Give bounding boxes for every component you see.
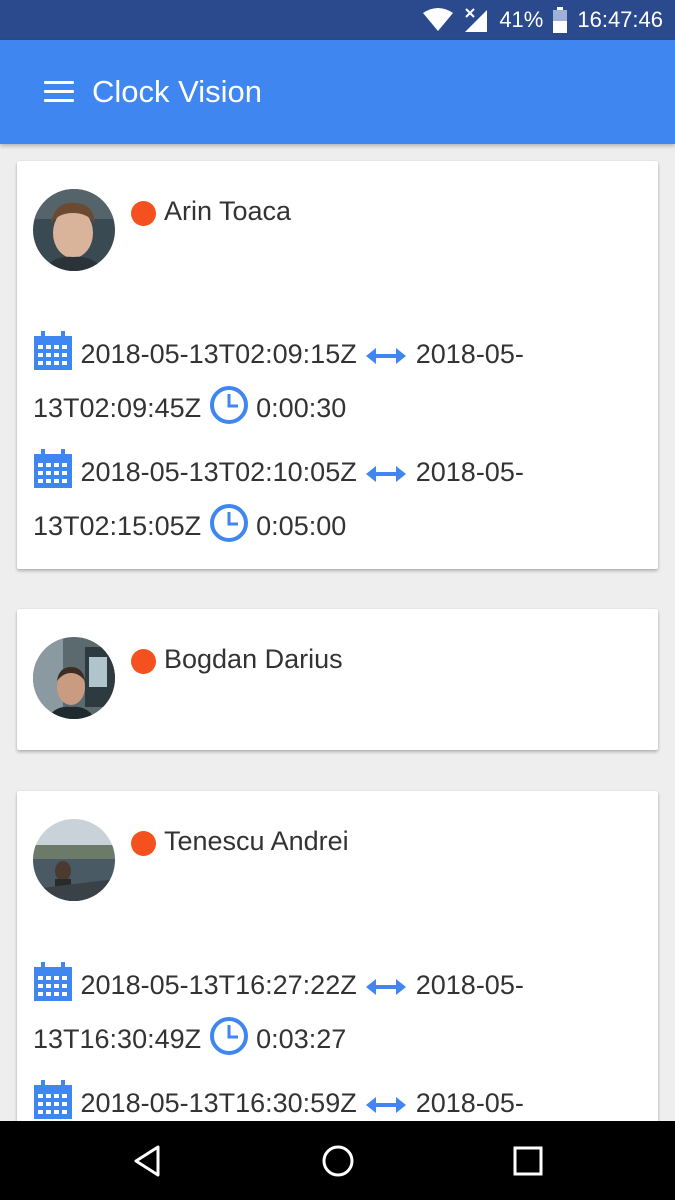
recents-icon[interactable] xyxy=(510,1143,546,1179)
avatar xyxy=(33,637,115,719)
person-name: Tenescu Andrei xyxy=(164,826,349,856)
status-dot xyxy=(131,831,156,856)
double-arrow-icon xyxy=(364,1089,408,1121)
calendar-icon xyxy=(33,1080,73,1121)
time-entry: 2018-05-13T16:27:22Z 2018-05- 13T16:30:4… xyxy=(33,962,593,1070)
calendar-icon xyxy=(33,962,73,1016)
double-arrow-icon xyxy=(364,458,408,503)
system-nav-bar xyxy=(0,1121,675,1200)
back-icon[interactable] xyxy=(130,1143,166,1179)
entry-start: 2018-05-13T16:30:59Z xyxy=(80,1088,357,1118)
battery-percent: 41% xyxy=(499,7,544,32)
clock-icon xyxy=(209,1016,249,1070)
app-title: Clock Vision xyxy=(92,74,263,109)
people-list[interactable]: Arin Toaca 2018-05-13T02:09:15Z 2018-05-… xyxy=(0,144,675,1121)
entry-end-part1: 2018-05- xyxy=(415,339,524,369)
calendar-icon xyxy=(33,449,73,503)
entry-end-part2: 13T16:30:49Z xyxy=(33,1024,202,1054)
entry-duration: 0:03:27 xyxy=(256,1024,347,1054)
person-name: Bogdan Darius xyxy=(164,644,343,674)
entry-end-part1: 2018-05- xyxy=(415,970,524,1000)
person-card[interactable]: Tenescu Andrei 2018-05-13T16:27:22Z 2018… xyxy=(17,791,658,1121)
person-card[interactable]: Bogdan Darius xyxy=(17,609,658,750)
status-bar: 41% 16:47:46 xyxy=(0,0,675,40)
entry-end-part1: 2018-05- xyxy=(415,1088,524,1118)
app-bar: Clock Vision xyxy=(0,40,675,144)
entry-start: 2018-05-13T02:10:05Z xyxy=(80,457,357,487)
clock-icon xyxy=(209,385,249,439)
wifi-icon xyxy=(423,8,454,31)
status-dot xyxy=(131,201,156,226)
entry-end-part2: 13T02:15:05Z xyxy=(33,511,202,541)
entry-start: 2018-05-13T02:09:15Z xyxy=(80,339,357,369)
home-icon[interactable] xyxy=(320,1143,356,1179)
battery-icon xyxy=(553,7,568,33)
entry-duration: 0:05:00 xyxy=(256,511,347,541)
avatar xyxy=(33,819,115,901)
avatar xyxy=(33,189,115,271)
time-entry: 2018-05-13T02:10:05Z 2018-05- 13T02:15:0… xyxy=(33,449,593,557)
entry-end-part2: 13T02:09:45Z xyxy=(33,393,202,423)
double-arrow-icon xyxy=(364,971,408,1016)
entry-start: 2018-05-13T16:27:22Z xyxy=(80,970,357,1000)
hamburger-menu-icon[interactable] xyxy=(44,81,74,103)
status-icons: 41% 16:47:46 xyxy=(423,0,663,40)
calendar-icon xyxy=(33,331,73,385)
status-dot xyxy=(131,649,156,674)
clock-time: 16:47:46 xyxy=(577,7,663,32)
clock-icon xyxy=(209,503,249,557)
entry-duration: 0:00:30 xyxy=(256,393,347,423)
person-name: Arin Toaca xyxy=(164,196,292,226)
entry-end-part1: 2018-05- xyxy=(415,457,524,487)
double-arrow-icon xyxy=(364,340,408,385)
time-entry: 2018-05-13T16:30:59Z 2018-05- xyxy=(33,1080,593,1121)
person-card[interactable]: Arin Toaca 2018-05-13T02:09:15Z 2018-05-… xyxy=(17,161,658,569)
time-entry: 2018-05-13T02:09:15Z 2018-05- 13T02:09:4… xyxy=(33,331,593,439)
cell-signal-icon xyxy=(465,8,488,32)
